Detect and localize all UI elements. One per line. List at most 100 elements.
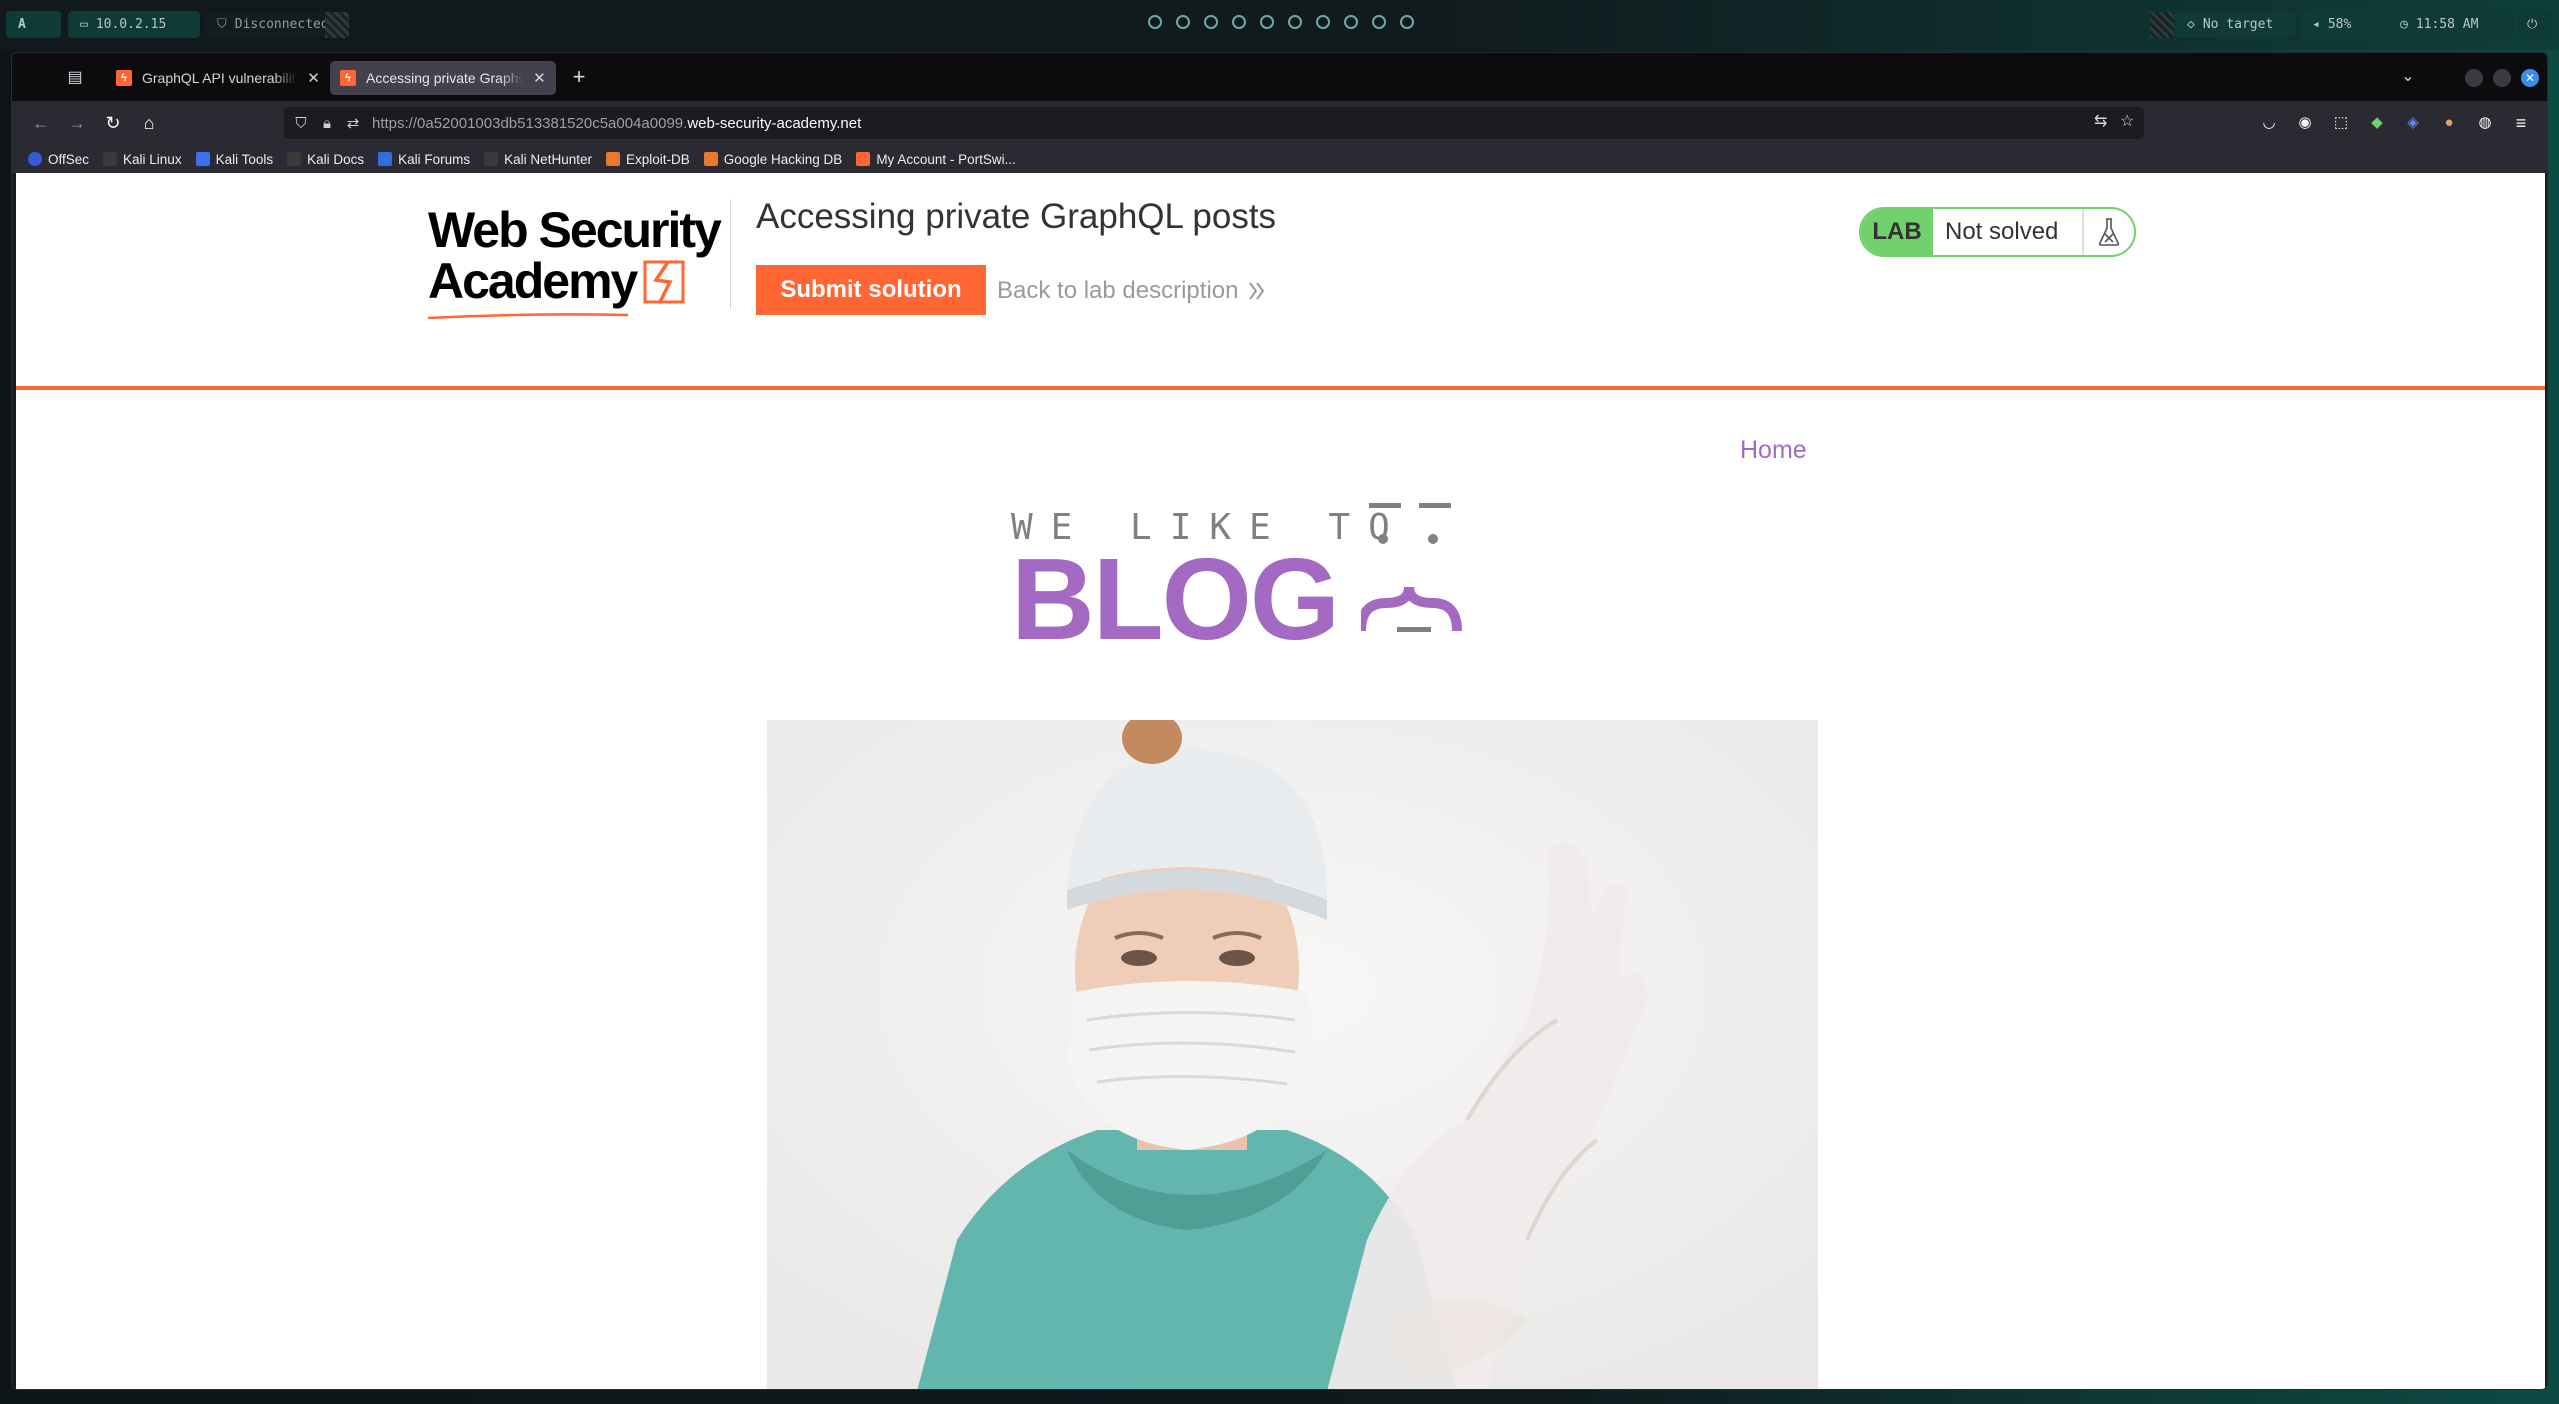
arrow-left-icon: ← bbox=[32, 113, 50, 133]
forward-button[interactable]: → bbox=[62, 108, 92, 138]
lab-header: Web Security Academy Accessing private G… bbox=[16, 173, 2545, 390]
workspace-switcher[interactable] bbox=[1148, 15, 1414, 29]
clock-text: 11:58 AM bbox=[2415, 17, 2479, 32]
banner-title: BLOG bbox=[1011, 534, 1340, 664]
portswigger-favicon-icon bbox=[856, 152, 871, 166]
tab-title: GraphQL API vulnerabilities bbox=[142, 70, 298, 86]
exploit-db-icon bbox=[703, 152, 718, 166]
bookmark-kali-forums[interactable]: Kali Forums bbox=[378, 152, 470, 167]
submit-solution-button[interactable]: Submit solution bbox=[756, 265, 986, 315]
lightning-bolt-icon bbox=[643, 260, 685, 304]
bookmark-google-hacking-db[interactable]: Google Hacking DB bbox=[703, 152, 842, 167]
close-icon: ✕ bbox=[2524, 71, 2536, 85]
permissions-icon[interactable]: ⇄ bbox=[340, 114, 366, 132]
tab-overview-button[interactable]: ▤ bbox=[60, 63, 90, 93]
offsec-icon bbox=[28, 152, 42, 166]
ip-text: 10.0.2.15 bbox=[95, 17, 167, 32]
kali-forums-icon bbox=[378, 152, 393, 166]
minimize-button[interactable] bbox=[2465, 69, 2483, 87]
list-all-tabs-button[interactable]: ⌄ bbox=[2393, 62, 2423, 92]
hamburger-icon: ≡ bbox=[2515, 113, 2527, 133]
nav-home-link[interactable]: Home bbox=[1740, 436, 1807, 465]
pixel-decoration bbox=[2150, 12, 2174, 38]
close-icon[interactable]: ✕ bbox=[533, 69, 546, 87]
extension-button[interactable]: ◆ bbox=[2362, 108, 2392, 138]
account-icon: ◉ bbox=[2298, 114, 2312, 131]
workspace-icon[interactable] bbox=[1372, 15, 1386, 29]
clock-icon: ◷ bbox=[2400, 17, 2408, 32]
home-button[interactable]: ⌂ bbox=[134, 108, 164, 138]
browser-window: ▤ ϟ GraphQL API vulnerabilities ✕ ϟ Acce… bbox=[11, 52, 2548, 1390]
workspace-icon[interactable] bbox=[1260, 15, 1274, 29]
extension-button[interactable]: ◍ bbox=[2470, 108, 2500, 138]
lab-title: Accessing private GraphQL posts bbox=[756, 197, 1277, 236]
bookmark-exploit-db[interactable]: Exploit-DB bbox=[605, 152, 690, 167]
extensions-button[interactable]: ⬚ bbox=[2326, 108, 2356, 138]
clock-indicator[interactable]: ◷ 11:58 AM bbox=[2388, 11, 2514, 38]
ip-indicator[interactable]: ▭ 10.0.2.15 bbox=[68, 11, 200, 38]
volume-indicator[interactable]: ◂ 58% bbox=[2300, 11, 2380, 38]
web-security-academy-logo[interactable]: Web Security Academy bbox=[428, 205, 738, 319]
shield-icon[interactable]: ⛉ bbox=[288, 115, 314, 132]
reload-icon: ↻ bbox=[105, 113, 121, 133]
workspace-icon[interactable] bbox=[1288, 15, 1302, 29]
target-indicator[interactable]: ◇ No target bbox=[2175, 11, 2295, 38]
navigation-toolbar: ← → ↻ ⌂ ⛉ 🔒︎ ⇄ https://0a52001003db51338… bbox=[12, 101, 2547, 145]
account-button[interactable]: ◉ bbox=[2290, 108, 2320, 138]
logo-swoosh-icon bbox=[428, 313, 628, 319]
bookmark-kali-docs[interactable]: Kali Docs bbox=[287, 152, 364, 167]
close-window-button[interactable]: ✕ bbox=[2521, 69, 2539, 87]
new-tab-button[interactable]: + bbox=[564, 62, 594, 92]
workspace-icon[interactable] bbox=[1400, 15, 1414, 29]
reload-button[interactable]: ↻ bbox=[98, 108, 128, 138]
back-to-lab-description-link[interactable]: Back to lab description bbox=[997, 277, 1266, 305]
workspace-icon[interactable] bbox=[1148, 15, 1162, 29]
blog-post-image[interactable] bbox=[767, 720, 1818, 1389]
bookmark-star-icon[interactable]: ☆ bbox=[2120, 111, 2134, 131]
translate-icon[interactable]: ⇆ bbox=[2094, 111, 2107, 131]
home-icon: ⌂ bbox=[143, 113, 155, 133]
plus-icon: + bbox=[572, 64, 586, 89]
maximize-button[interactable] bbox=[2493, 69, 2511, 87]
close-icon[interactable]: ✕ bbox=[307, 69, 320, 87]
kali-icon bbox=[103, 152, 118, 166]
vpn-indicator[interactable]: ⛉ Disconnected bbox=[205, 11, 329, 38]
url-prefix: https://0a52001003db513381520c5a004a0099… bbox=[372, 114, 688, 132]
workspace-icon[interactable] bbox=[1344, 15, 1358, 29]
back-button[interactable]: ← bbox=[26, 108, 56, 138]
workspace-icon[interactable] bbox=[1316, 15, 1330, 29]
pixel-decoration bbox=[325, 12, 349, 38]
shield-icon: ⛉ bbox=[217, 17, 227, 32]
power-button[interactable]: ⏻ bbox=[2518, 11, 2552, 38]
extension-button[interactable]: ● bbox=[2434, 108, 2464, 138]
power-icon: ⏻ bbox=[2527, 17, 2538, 32]
kali-icon: A bbox=[18, 17, 26, 32]
chevron-down-icon: ⌄ bbox=[2401, 68, 2415, 85]
bookmark-offsec[interactable]: OffSec bbox=[28, 152, 89, 167]
workspace-icon[interactable] bbox=[1176, 15, 1190, 29]
bookmark-kali-linux[interactable]: Kali Linux bbox=[103, 152, 182, 167]
tab-list-icon: ▤ bbox=[67, 69, 83, 86]
lab-status-tag: LAB bbox=[1861, 209, 1933, 255]
extension-button[interactable]: ◈ bbox=[2398, 108, 2428, 138]
tab-graphql-vulnerabilities[interactable]: ϟ GraphQL API vulnerabilities ✕ bbox=[106, 61, 330, 95]
lock-icon[interactable]: 🔒︎ bbox=[314, 115, 340, 132]
workspace-icon[interactable] bbox=[1204, 15, 1218, 29]
menu-button[interactable]: ≡ bbox=[2506, 108, 2536, 138]
monitor-icon: ▭ bbox=[80, 17, 88, 32]
tab-accessing-private-posts[interactable]: ϟ Accessing private GraphQL posts ✕ bbox=[330, 61, 556, 95]
pocket-button[interactable]: ◡ bbox=[2254, 108, 2284, 138]
kali-menu-button[interactable]: A bbox=[6, 11, 61, 38]
extension-icon: ◍ bbox=[2478, 114, 2492, 131]
workspace-icon[interactable] bbox=[1232, 15, 1246, 29]
extension-icon: ● bbox=[2444, 114, 2454, 131]
portswigger-favicon-icon: ϟ bbox=[340, 70, 356, 86]
flask-icon bbox=[2082, 209, 2134, 255]
bookmark-kali-tools[interactable]: Kali Tools bbox=[195, 152, 273, 167]
target-text: No target bbox=[2202, 17, 2274, 32]
url-bar[interactable]: ⛉ 🔒︎ ⇄ https://0a52001003db513381520c5a0… bbox=[284, 107, 2144, 139]
bookmark-my-account[interactable]: My Account - PortSwi... bbox=[856, 152, 1016, 167]
web-page: Web Security Academy Accessing private G… bbox=[16, 173, 2545, 1389]
bookmark-kali-nethunter[interactable]: Kali NetHunter bbox=[484, 152, 592, 167]
portswigger-favicon-icon: ϟ bbox=[116, 70, 132, 86]
